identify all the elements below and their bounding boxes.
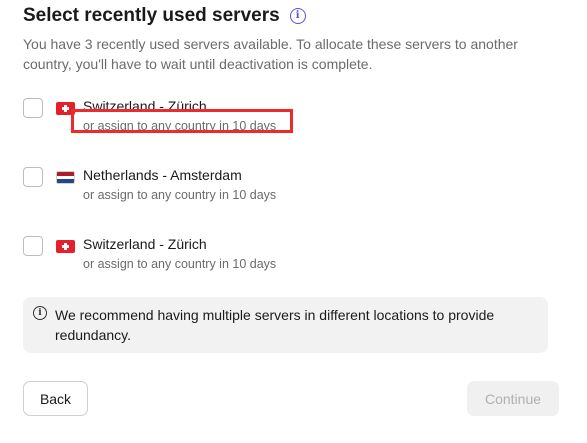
server-subtitle: or assign to any country in 10 days xyxy=(83,257,277,271)
server-name: Switzerland - Zürich xyxy=(83,236,207,252)
info-icon[interactable]: i xyxy=(289,8,306,24)
netherlands-flag-icon xyxy=(56,171,75,184)
switzerland-flag-icon xyxy=(56,240,75,253)
info-icon: i xyxy=(33,306,47,320)
page-title-text: Select recently used servers xyxy=(23,5,280,26)
server-subtitle: or assign to any country in 10 days xyxy=(83,188,277,202)
server-checkbox[interactable] xyxy=(23,236,43,256)
notice-text: We recommend having multiple servers in … xyxy=(55,307,495,343)
recommendation-notice: i We recommend having multiple servers i… xyxy=(23,297,548,353)
server-checkbox[interactable] xyxy=(23,167,43,187)
page-description: You have 3 recently used servers availab… xyxy=(23,36,518,72)
highlight-annotation xyxy=(71,109,293,133)
page-title: Select recently used servers i xyxy=(23,5,306,27)
continue-button[interactable]: Continue xyxy=(467,381,559,416)
back-button[interactable]: Back xyxy=(23,381,88,416)
server-checkbox[interactable] xyxy=(23,98,43,118)
server-name: Netherlands - Amsterdam xyxy=(83,167,242,183)
